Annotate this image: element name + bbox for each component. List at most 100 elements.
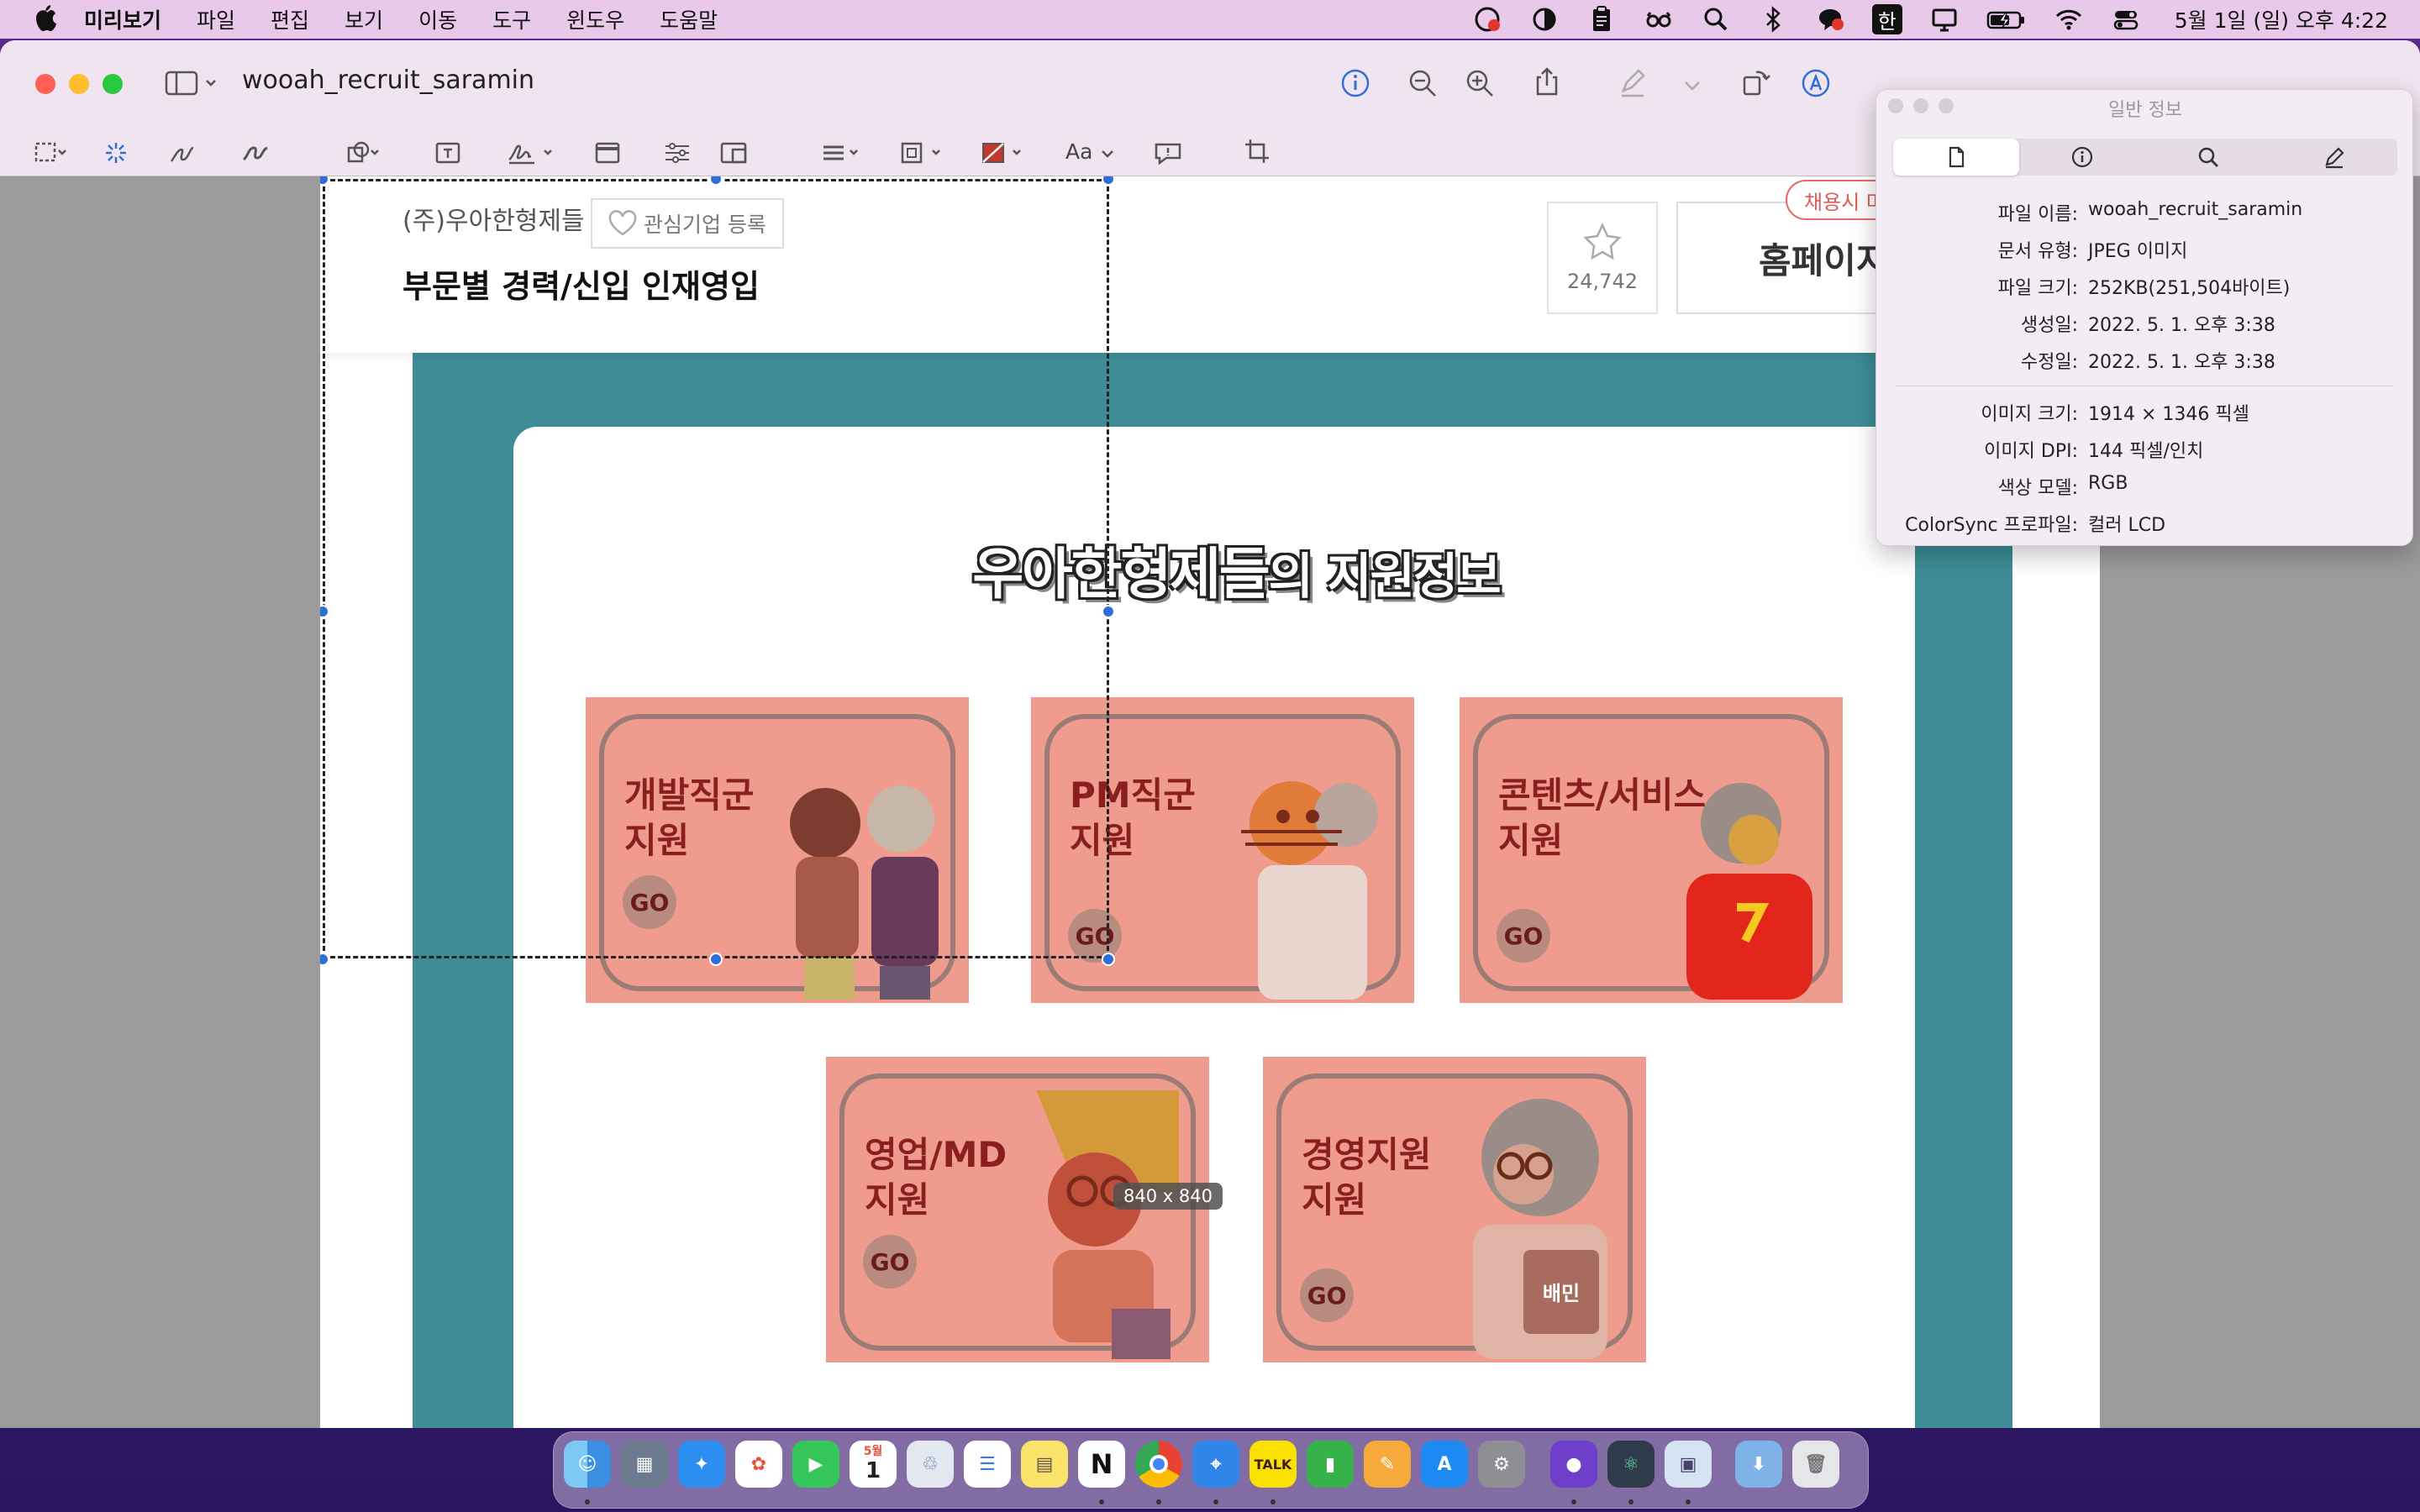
contrast-icon[interactable] <box>1529 4 1560 34</box>
crop-icon[interactable] <box>1242 138 1276 165</box>
info-icon[interactable] <box>1339 67 1371 99</box>
document-canvas[interactable]: (주)우아한형제들 관심기업 등록 부문별 경력/신입 인재영입 24,742 … <box>320 176 2100 1428</box>
downloads-folder-icon[interactable]: ⬇ <box>1735 1441 1782 1488</box>
finder-icon[interactable]: ☺ <box>564 1441 611 1488</box>
apple-menu-icon[interactable] <box>34 5 59 34</box>
signature-icon[interactable] <box>506 139 556 166</box>
menu-file[interactable]: 파일 <box>197 4 235 34</box>
panel-close-button[interactable] <box>1888 98 1903 113</box>
share-icon[interactable] <box>1531 66 1563 97</box>
menu-go[interactable]: 이동 <box>418 4 457 34</box>
reminders-icon[interactable]: ☰ <box>964 1441 1011 1488</box>
selection-handle-bottom-right[interactable] <box>1102 953 1115 966</box>
content-service-job-tile[interactable]: 콘텐츠/서비스 지원 GO <box>1460 697 1843 1003</box>
menu-view[interactable]: 보기 <box>345 4 383 34</box>
tab-general[interactable] <box>1893 139 2019 176</box>
minimize-window-button[interactable] <box>69 74 89 94</box>
kakaotalk-icon[interactable]: TALK <box>1249 1441 1297 1488</box>
system-preferences-icon[interactable]: ⚙ <box>1478 1441 1525 1488</box>
notion-icon[interactable]: N <box>1078 1441 1125 1488</box>
text-style-button[interactable]: Aa <box>1065 139 1116 164</box>
tile-label-line1: 경영지원 <box>1302 1134 1432 1175</box>
tab-more-info[interactable] <box>2019 139 2145 176</box>
wifi-icon[interactable] <box>2054 4 2084 34</box>
pages-icon[interactable]: ✎ <box>1364 1441 1411 1488</box>
highlight-pen-icon[interactable] <box>1617 67 1649 99</box>
menu-edit[interactable]: 편집 <box>271 4 309 34</box>
instant-alpha-icon[interactable] <box>99 139 133 166</box>
menu-clock[interactable]: 5월 1일 (일) 오후 4:22 <box>2175 4 2388 34</box>
info-key: ColorSync 프로파일: <box>1905 515 2078 536</box>
notes-icon[interactable]: ▤ <box>1021 1441 1068 1488</box>
chrome-icon[interactable] <box>1135 1441 1182 1488</box>
safari-icon[interactable]: ✦ <box>678 1441 725 1488</box>
bluetooth-icon[interactable] <box>1758 4 1788 34</box>
info-value: RGB <box>2088 473 2128 494</box>
control-center-icon[interactable] <box>2111 4 2141 34</box>
app-menu[interactable]: 미리보기 <box>84 4 161 34</box>
app-store-icon[interactable]: A <box>1421 1441 1468 1488</box>
launchpad-icon[interactable]: ▦ <box>621 1441 668 1488</box>
highlight-dropdown-icon[interactable] <box>1681 69 1704 101</box>
calendar-icon[interactable]: 5월 1 <box>850 1441 897 1488</box>
sidebar-toggle-icon[interactable] <box>165 71 218 96</box>
input-method-icon[interactable]: 한 <box>1871 4 1902 34</box>
rect-select-icon[interactable] <box>34 139 67 166</box>
border-color-icon[interactable] <box>899 139 950 166</box>
sales-md-job-tile[interactable]: 영업/MD 지원 GO <box>826 1057 1209 1362</box>
sketch-icon[interactable] <box>166 139 200 166</box>
go-button[interactable]: GO <box>1497 909 1550 963</box>
facetime-icon[interactable]: ▶ <box>792 1441 839 1488</box>
zoom-out-icon[interactable] <box>1407 67 1439 99</box>
go-button[interactable]: GO <box>1300 1268 1354 1322</box>
creative-cloud-icon[interactable] <box>1472 4 1502 34</box>
zoom-in-icon[interactable] <box>1464 67 1496 99</box>
numbers-icon[interactable]: ▮ <box>1307 1441 1354 1488</box>
clipboard-icon[interactable] <box>1586 4 1617 34</box>
window-style-icon[interactable] <box>592 139 625 166</box>
chat-notification-icon[interactable] <box>1815 4 1845 34</box>
markup-icon[interactable] <box>1800 67 1832 99</box>
go-button[interactable]: GO <box>863 1235 917 1289</box>
glasses-icon[interactable] <box>1644 4 1674 34</box>
selection-handle-bottom[interactable] <box>709 953 723 966</box>
keynote-icon[interactable]: ⌖ <box>1192 1441 1239 1488</box>
management-support-job-tile[interactable]: 배민 경영지원 지원 GO <box>1263 1057 1646 1362</box>
menu-window[interactable]: 윈도우 <box>566 4 624 34</box>
text-box-icon[interactable] <box>432 139 466 166</box>
annotate-icon[interactable] <box>1151 139 1185 166</box>
adjust-color-icon[interactable] <box>660 139 694 166</box>
menu-bar: 미리보기 파일 편집 보기 이동 도구 윈도우 도움말 한 5월 1일 (일) … <box>0 0 2420 39</box>
selection-handle-bottom-left[interactable] <box>320 953 329 966</box>
selection-rectangle[interactable] <box>323 179 1109 958</box>
photos-icon[interactable]: ✿ <box>735 1441 782 1488</box>
shapes-icon[interactable] <box>346 139 380 166</box>
menu-tools[interactable]: 도구 <box>492 4 531 34</box>
menu-help[interactable]: 도움말 <box>660 4 718 34</box>
tile-label-line2: 지원 <box>865 1179 930 1221</box>
adjust-size-icon[interactable] <box>718 139 751 166</box>
spotlight-search-icon[interactable] <box>1701 4 1731 34</box>
close-window-button[interactable] <box>35 74 55 94</box>
fill-color-icon[interactable] <box>980 139 1030 166</box>
trash-icon[interactable]: 🗑 <box>1792 1441 1839 1488</box>
shape-style-icon[interactable] <box>820 139 867 166</box>
draw-icon[interactable] <box>239 139 272 166</box>
recycle-icon[interactable]: ♲ <box>907 1441 954 1488</box>
atom-icon[interactable]: ⚛ <box>1607 1441 1655 1488</box>
scrap-button[interactable]: 24,742 <box>1547 202 1658 314</box>
tab-annotations[interactable] <box>2271 139 2397 176</box>
info-panel-tabs <box>1893 139 2397 176</box>
display-icon[interactable] <box>1929 4 1960 34</box>
rotate-icon[interactable] <box>1739 66 1771 97</box>
selection-handle-right[interactable] <box>1102 605 1115 618</box>
panel-window-controls <box>1888 98 1964 113</box>
tab-keywords[interactable] <box>2145 139 2271 176</box>
battery-icon[interactable] <box>1986 4 2027 34</box>
github-icon[interactable]: ● <box>1550 1441 1597 1488</box>
fullscreen-window-button[interactable] <box>103 74 123 94</box>
running-indicator <box>585 1499 590 1504</box>
preview-icon[interactable]: ▣ <box>1665 1441 1712 1488</box>
panel-minimize-button[interactable] <box>1913 98 1928 113</box>
panel-zoom-button[interactable] <box>1939 98 1954 113</box>
